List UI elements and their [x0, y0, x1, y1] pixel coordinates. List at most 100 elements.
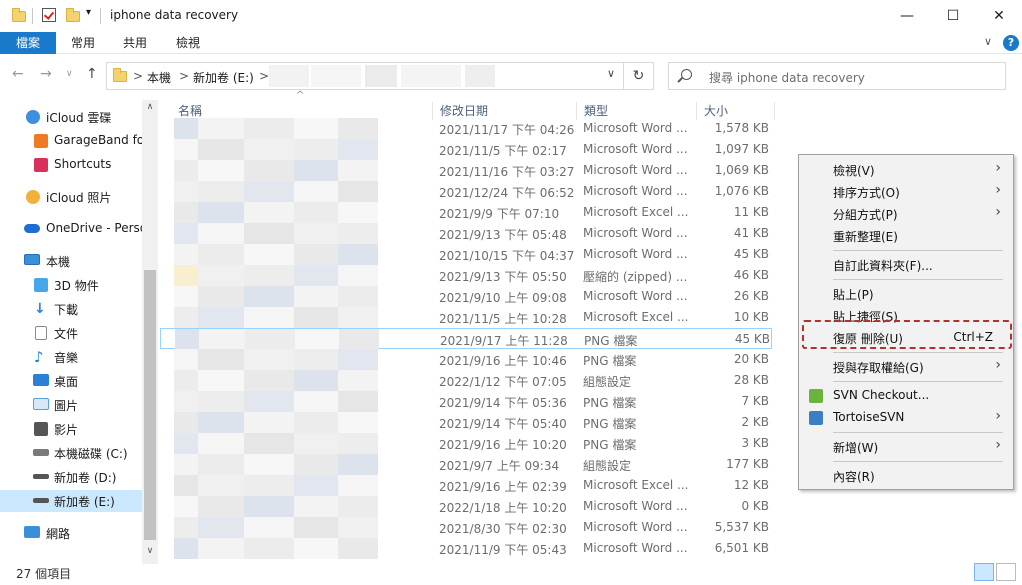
up-button[interactable]: ↑	[86, 66, 98, 82]
maximize-button[interactable]: ☐	[930, 0, 976, 32]
menu-item-label: 新增(W)	[833, 441, 879, 455]
redacted-block	[294, 139, 338, 160]
sidebar-item-3d-objects[interactable]: 3D 物件	[0, 274, 142, 296]
menu-item-13[interactable]: SVN Checkout...	[799, 385, 1013, 407]
scroll-up-icon[interactable]: ∧	[142, 102, 158, 112]
file-date: 2021/9/14 下午 05:40	[439, 417, 567, 431]
table-row[interactable]: 2021/9/9 下午 07:10 Microsoft Excel ... 11 K…	[160, 202, 772, 223]
sidebar-item-label: 文件	[54, 327, 79, 341]
breadcrumb-drive-e[interactable]: 新加卷 (E:)	[193, 69, 254, 86]
sidebar-item-this-pc[interactable]: 本機	[0, 250, 142, 272]
table-row[interactable]: 2021/12/24 下午 06:52 Microsoft Word ... 1,0…	[160, 181, 772, 202]
table-row[interactable]: 2021/9/14 下午 05:40 PNG 檔案 2 KB	[160, 412, 772, 433]
close-button[interactable]: ✕	[976, 0, 1022, 32]
sidebar-item-documents[interactable]: 文件	[0, 322, 142, 344]
minimize-button[interactable]: —	[884, 0, 930, 32]
details-view-button[interactable]	[974, 563, 994, 581]
column-header-name[interactable]: 名稱	[178, 102, 202, 119]
tab-file[interactable]: 檔案	[0, 32, 56, 54]
redacted-block	[244, 223, 294, 244]
file-date: 2021/11/5 上午 10:28	[439, 312, 567, 326]
sidebar-item-drive-e[interactable]: 新加卷 (E:)	[0, 490, 142, 512]
redacted-block	[338, 517, 378, 538]
tab-home[interactable]: 常用	[58, 32, 108, 54]
tab-share[interactable]: 共用	[110, 32, 160, 54]
table-row[interactable]: 2021/9/7 上午 09:34 組態設定 177 KB	[160, 454, 772, 475]
column-header-date[interactable]: 修改日期	[440, 102, 488, 119]
table-row[interactable]: 2021/9/13 下午 05:48 Microsoft Word ... 41 K…	[160, 223, 772, 244]
breadcrumb-this-pc[interactable]: 本機	[147, 69, 171, 86]
table-row[interactable]: 2021/9/16 上午 02:39 Microsoft Excel ... 12 …	[160, 475, 772, 496]
sidebar-item-videos[interactable]: 影片	[0, 418, 142, 440]
file-date: 2021/9/14 下午 05:36	[439, 396, 567, 410]
divider	[100, 8, 101, 24]
table-row[interactable]: 2021/9/17 上午 11:28 PNG 檔案 45 KB	[160, 328, 772, 350]
redacted-block	[174, 370, 198, 391]
table-row[interactable]: 2021/11/16 下午 03:27 Microsoft Word ... 1,0…	[160, 160, 772, 181]
sidebar-item-music[interactable]: ♪ 音樂	[0, 346, 142, 368]
table-row[interactable]: 2021/9/10 上午 09:08 Microsoft Word ... 26 K…	[160, 286, 772, 307]
redacted-block	[174, 475, 198, 496]
sidebar-item-network[interactable]: 網路	[0, 522, 142, 544]
redacted-block	[244, 160, 294, 181]
sidebar-item-desktop[interactable]: 桌面	[0, 370, 142, 392]
table-row[interactable]: 2021/9/14 下午 05:36 PNG 檔案 7 KB	[160, 391, 772, 412]
redacted-block	[198, 517, 244, 538]
help-icon[interactable]: ?	[1003, 35, 1019, 51]
menu-item-11[interactable]: 授與存取權給(G) ›	[799, 356, 1013, 378]
menu-item-14[interactable]: TortoiseSVN ›	[799, 407, 1013, 429]
menu-item-16[interactable]: 新增(W) ›	[799, 436, 1013, 458]
sidebar-item-icloud-drive[interactable]: iCloud 雲碟	[0, 106, 142, 128]
sidebar-item-garageband[interactable]: GarageBand fo	[0, 130, 142, 152]
table-row[interactable]: 2021/8/30 下午 02:30 Microsoft Word ... 5,53…	[160, 517, 772, 538]
redacted-block	[198, 286, 244, 307]
sidebar-item-drive-d[interactable]: 新加卷 (D:)	[0, 466, 142, 488]
table-row[interactable]: 2021/11/9 下午 05:43 Microsoft Word ... 6,50…	[160, 538, 772, 559]
back-button[interactable]: ←	[12, 66, 24, 82]
address-bar[interactable]: > 本機 > 新加卷 (E:) > ∨	[106, 62, 624, 90]
refresh-button[interactable]: ↻	[624, 62, 654, 90]
file-date: 2021/9/7 上午 09:34	[439, 459, 560, 473]
address-dropdown-icon[interactable]: ∨	[607, 67, 615, 80]
menu-item-5[interactable]: 自訂此資料夾(F)...	[799, 254, 1013, 276]
sidebar-item-local-disk-c[interactable]: 本機磁碟 (C:)	[0, 442, 142, 464]
table-row[interactable]: 2021/9/16 上午 10:46 PNG 檔案 20 KB	[160, 349, 772, 370]
table-row[interactable]: 2022/1/12 下午 07:05 組態設定 28 KB	[160, 370, 772, 391]
column-divider[interactable]	[774, 102, 775, 120]
column-header-size[interactable]: 大小	[704, 102, 728, 119]
column-header-type[interactable]: 類型	[584, 102, 608, 119]
customize-toolbar-icon[interactable]: ▾	[86, 7, 91, 18]
file-type: 組態設定	[583, 375, 632, 389]
tab-view[interactable]: 檢視	[162, 32, 214, 54]
file-type: PNG 檔案	[583, 438, 637, 452]
scroll-thumb[interactable]	[144, 270, 156, 540]
menu-item-2[interactable]: 分組方式(P) ›	[799, 203, 1013, 225]
large-icons-view-button[interactable]	[996, 563, 1016, 581]
menu-item-7[interactable]: 貼上(P)	[799, 283, 1013, 305]
sidebar-item-pictures[interactable]: 圖片	[0, 394, 142, 416]
sidebar-item-onedrive[interactable]: OneDrive - Perso	[0, 218, 142, 240]
expand-ribbon-icon[interactable]: ∨	[984, 35, 992, 48]
menu-item-1[interactable]: 排序方式(O) ›	[799, 181, 1013, 203]
table-row[interactable]: 2021/11/5 下午 02:17 Microsoft Word ... 1,09…	[160, 139, 772, 160]
forward-button[interactable]: →	[40, 66, 52, 82]
table-row[interactable]: 2021/11/5 上午 10:28 Microsoft Excel ... 10 …	[160, 307, 772, 328]
sidebar-scrollbar[interactable]: ∧ ∨	[142, 100, 158, 564]
menu-item-3[interactable]: 重新整理(E)	[799, 225, 1013, 247]
new-folder-icon[interactable]	[66, 8, 80, 22]
sidebar-item-shortcuts[interactable]: Shortcuts	[0, 154, 142, 176]
table-row[interactable]: 2021/9/16 上午 10:20 PNG 檔案 3 KB	[160, 433, 772, 454]
table-row[interactable]: 2021/9/13 下午 05:50 壓縮的 (zipped) ... 46 KB	[160, 265, 772, 286]
sidebar-item-icloud-photos[interactable]: iCloud 照片	[0, 186, 142, 208]
file-size: 1,069 KB	[714, 163, 769, 177]
menu-item-0[interactable]: 檢視(V) ›	[799, 159, 1013, 181]
recent-locations-button[interactable]: ∨	[66, 69, 73, 79]
properties-icon[interactable]	[42, 8, 56, 22]
sidebar-item-downloads[interactable]: ↓ 下載	[0, 298, 142, 320]
scroll-down-icon[interactable]: ∨	[142, 546, 158, 556]
table-row[interactable]: 2022/1/18 上午 10:20 Microsoft Word ... 0 KB	[160, 496, 772, 517]
menu-item-18[interactable]: 內容(R)	[799, 465, 1013, 487]
table-row[interactable]: 2021/11/17 下午 04:26 Microsoft Word ... 1,5…	[160, 118, 772, 139]
search-box[interactable]: 搜尋 iphone data recovery	[668, 62, 1006, 90]
table-row[interactable]: 2021/10/15 下午 04:37 Microsoft Word ... 45 …	[160, 244, 772, 265]
